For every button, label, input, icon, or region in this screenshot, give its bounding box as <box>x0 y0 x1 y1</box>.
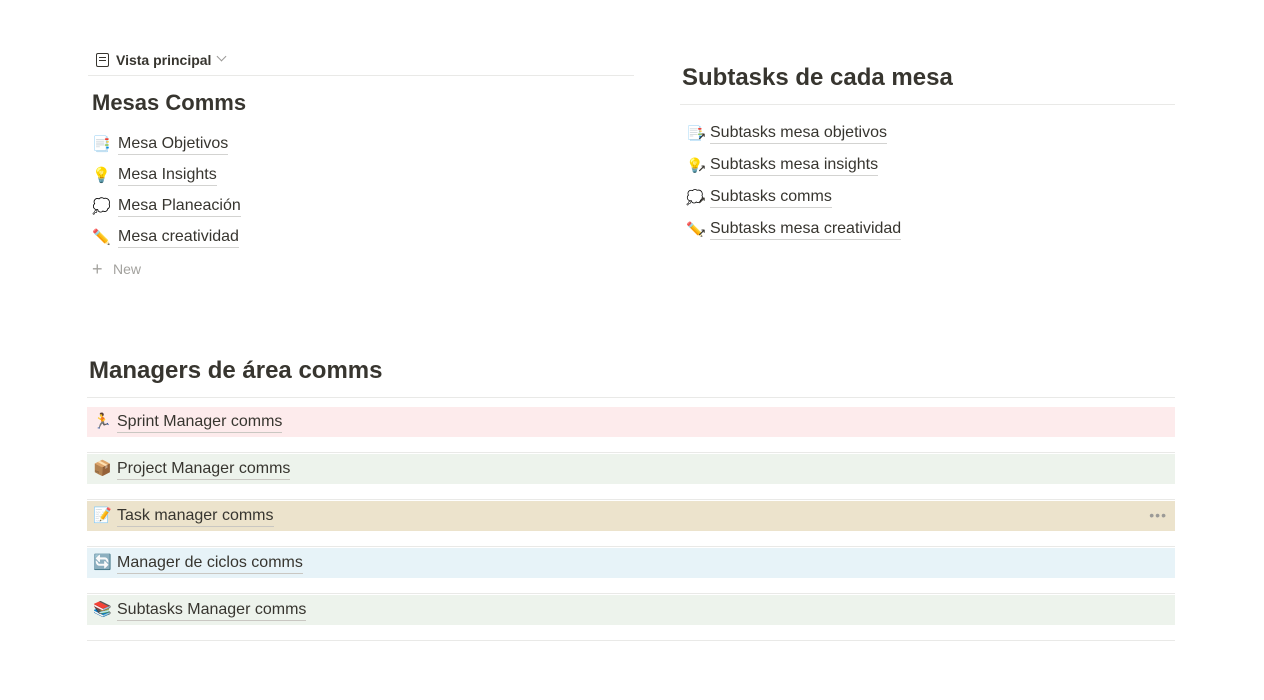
managers-list: 🏃 Sprint Manager comms 📦 Project Manager… <box>87 406 1175 641</box>
link-arrow-icon: ↗ <box>697 196 706 207</box>
page-link-subtasks-comms[interactable]: 💭 ↗ Subtasks comms <box>680 181 1175 213</box>
memo-icon: 📝 <box>93 507 112 524</box>
list-item-mesa-objetivos[interactable]: 📑 Mesa Objetivos <box>88 129 634 160</box>
package-icon: 📦 <box>93 460 112 477</box>
list-item-mesa-planeacion[interactable]: 💭 Mesa Planeación <box>88 191 634 222</box>
list-item-label: Mesa creatividad <box>118 227 239 248</box>
page-link-label: Subtasks mesa creatividad <box>710 219 902 240</box>
page-link-label: Project Manager comms <box>117 459 291 480</box>
list-item-label: Mesa Objetivos <box>118 134 229 155</box>
link-arrow-icon: ↗ <box>697 228 706 239</box>
link-arrow-icon: ↗ <box>697 132 706 143</box>
page-link-subtasks-manager[interactable]: 📚 Subtasks Manager comms <box>87 595 1175 625</box>
runner-icon: 🏃 <box>93 413 112 430</box>
manager-row: 🔄 Manager de ciclos comms <box>87 547 1175 594</box>
database-list: 📑 Mesa Objetivos 💡 Mesa Insights 💭 Mesa … <box>88 129 634 284</box>
manager-row: 🏃 Sprint Manager comms <box>87 406 1175 453</box>
page-link-label: Subtasks comms <box>710 187 832 208</box>
managers-heading: Managers de área comms <box>87 349 1175 398</box>
chevron-down-icon <box>217 51 227 62</box>
page-link-task-manager[interactable]: 📝 Task manager comms ••• <box>87 501 1175 531</box>
plus-icon: + <box>92 258 103 279</box>
page-link-label: Subtasks mesa objetivos <box>710 123 887 144</box>
books-icon: 📚 <box>93 601 112 618</box>
page-link-subtasks-mesa-creatividad[interactable]: ✏️ ↗ Subtasks mesa creatividad <box>680 213 1175 245</box>
bookmark-tabs-icon: 📑 <box>92 135 111 153</box>
page-link-sprint-manager[interactable]: 🏃 Sprint Manager comms <box>87 407 1175 437</box>
page-link-label: Subtasks mesa insights <box>710 155 879 176</box>
subtasks-section: Subtasks de cada mesa 📑 ↗ Subtasks mesa … <box>680 56 1175 245</box>
manager-row: 📝 Task manager comms ••• <box>87 500 1175 547</box>
new-item-label: New <box>113 260 142 277</box>
list-item-label: Mesa Planeación <box>118 196 241 217</box>
page-link-label: Sprint Manager comms <box>117 412 283 433</box>
page-link-project-manager[interactable]: 📦 Project Manager comms <box>87 454 1175 484</box>
document-icon <box>96 52 109 67</box>
view-tab-label: Vista principal <box>116 51 212 68</box>
page-link-label: Manager de ciclos comms <box>117 553 303 574</box>
manager-row: 📚 Subtasks Manager comms <box>87 594 1175 641</box>
subtasks-link-list: 📑 ↗ Subtasks mesa objetivos 💡 ↗ Subtasks… <box>680 117 1175 245</box>
new-item-button[interactable]: + New <box>88 253 634 284</box>
database-title[interactable]: Mesas Comms <box>92 89 634 117</box>
thought-balloon-icon: 💭 <box>92 197 111 215</box>
cycle-arrows-icon: 🔄 <box>93 554 112 571</box>
page-link-subtasks-mesa-objetivos[interactable]: 📑 ↗ Subtasks mesa objetivos <box>680 117 1175 149</box>
page-link-label: Task manager comms <box>117 506 274 527</box>
mesas-database: Vista principal Mesas Comms 📑 Mesa Objet… <box>88 44 634 284</box>
page-link-manager-de-ciclos[interactable]: 🔄 Manager de ciclos comms <box>87 548 1175 578</box>
view-tab-vista-principal[interactable]: Vista principal <box>88 44 634 76</box>
list-item-mesa-creatividad[interactable]: ✏️ Mesa creatividad <box>88 222 634 253</box>
page-link-label: Subtasks Manager comms <box>117 600 307 621</box>
managers-section: Managers de área comms 🏃 Sprint Manager … <box>87 349 1175 641</box>
list-item-mesa-insights[interactable]: 💡 Mesa Insights <box>88 160 634 191</box>
link-arrow-icon: ↗ <box>697 164 706 175</box>
page-link-subtasks-mesa-insights[interactable]: 💡 ↗ Subtasks mesa insights <box>680 149 1175 181</box>
subtasks-heading: Subtasks de cada mesa <box>680 56 1175 105</box>
more-options-icon[interactable]: ••• <box>1149 507 1167 523</box>
pencil-icon: ✏️ <box>92 228 111 246</box>
light-bulb-icon: 💡 <box>92 166 111 184</box>
list-item-label: Mesa Insights <box>118 165 217 186</box>
manager-row: 📦 Project Manager comms <box>87 453 1175 500</box>
